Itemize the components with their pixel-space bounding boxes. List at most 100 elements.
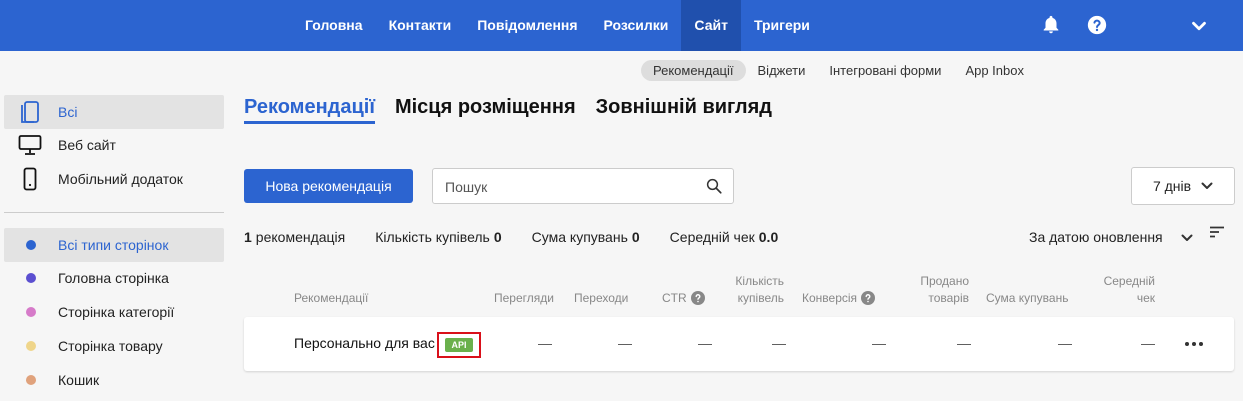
nav-item-messages[interactable]: Повідомлення bbox=[464, 0, 590, 51]
page-type-color-dot bbox=[26, 240, 36, 250]
sidebar-item-category-page[interactable]: Сторінка категорії bbox=[4, 295, 224, 329]
nav-item-campaigns[interactable]: Розсилки bbox=[591, 0, 682, 51]
sidebar-item-label: Всі типи сторінок bbox=[58, 237, 169, 253]
sub-navigation: Рекомендації Віджети Інтегровані форми A… bbox=[641, 60, 1036, 81]
all-devices-icon bbox=[21, 101, 39, 123]
cell-conversion: — bbox=[872, 335, 886, 351]
column-header-sold-line2: товарів bbox=[928, 291, 969, 305]
recommendation-name[interactable]: Персонально для вас bbox=[294, 335, 435, 351]
tab-appearance[interactable]: Зовнішній вигляд bbox=[596, 96, 772, 124]
stat-count-label: рекомендація bbox=[255, 229, 346, 245]
cell-average-check: — bbox=[1141, 335, 1155, 351]
page-type-color-dot bbox=[26, 375, 36, 385]
help-circle-icon[interactable] bbox=[1086, 14, 1108, 36]
top-navigation-bar: Головна Контакти Повідомлення Розсилки С… bbox=[0, 0, 1243, 51]
column-header-conversion-label: Конверсія bbox=[802, 291, 858, 305]
subnav-integrated-forms[interactable]: Інтегровані форми bbox=[817, 60, 953, 81]
more-actions-icon[interactable] bbox=[1184, 337, 1204, 351]
column-header-clicks[interactable]: Переходи bbox=[574, 290, 628, 307]
column-header-sold-line1: Продано bbox=[920, 274, 969, 288]
column-header-purchases-line2: купівель bbox=[737, 291, 784, 305]
column-header-sold-items[interactable]: Продано товарів bbox=[916, 273, 969, 307]
column-header-views[interactable]: Перегляди bbox=[494, 290, 554, 307]
api-badge-highlight: API bbox=[437, 332, 481, 358]
chevron-down-icon[interactable] bbox=[1181, 234, 1193, 242]
stat-sum-label: Сума купувань bbox=[531, 229, 628, 245]
cell-clicks: — bbox=[618, 335, 632, 351]
search-input[interactable] bbox=[445, 177, 695, 197]
nav-item-contacts[interactable]: Контакти bbox=[376, 0, 465, 51]
subnav-recommendations[interactable]: Рекомендації bbox=[641, 60, 746, 81]
page-type-color-dot bbox=[26, 307, 36, 317]
stat-average-check: Середній чек 0.0 bbox=[670, 229, 779, 245]
cell-ctr: — bbox=[698, 335, 712, 351]
new-recommendation-button[interactable]: Нова рекомендація bbox=[244, 169, 413, 203]
stat-purchases-value: 0 bbox=[493, 229, 502, 245]
stat-count: 1 рекомендація bbox=[244, 229, 345, 245]
help-circle-icon[interactable] bbox=[861, 291, 876, 305]
column-header-purchases[interactable]: Кількість купівель bbox=[732, 273, 784, 307]
stat-purchases: Кількість купівель 0 bbox=[375, 229, 501, 245]
column-header-average-line1: Середній bbox=[1103, 274, 1155, 288]
stat-sum-value: 0 bbox=[631, 229, 640, 245]
sidebar-item-label: Кошик bbox=[58, 372, 100, 388]
sidebar-item-label: Мобільний додаток bbox=[58, 171, 183, 187]
sidebar-item-label: Всі bbox=[58, 104, 78, 120]
table-row[interactable]: Персонально для вас API — — — — — — — — bbox=[244, 317, 1234, 371]
sidebar-divider bbox=[4, 212, 224, 213]
cell-purchases: — bbox=[772, 335, 786, 351]
chevron-down-icon[interactable] bbox=[1188, 15, 1210, 37]
nav-item-site[interactable]: Сайт bbox=[681, 0, 741, 51]
sort-lines-icon[interactable] bbox=[1210, 226, 1224, 238]
sidebar-item-label: Сторінка товару bbox=[58, 338, 163, 354]
api-badge: API bbox=[445, 338, 473, 352]
stat-average-check-label: Середній чек bbox=[669, 229, 755, 245]
sidebar-item-product-page[interactable]: Сторінка товару bbox=[4, 329, 224, 363]
chevron-down-icon bbox=[1201, 182, 1213, 189]
cell-views: — bbox=[538, 335, 552, 351]
sidebar-item-label: Головна сторінка bbox=[58, 270, 169, 286]
cell-sum: — bbox=[1058, 335, 1072, 351]
column-header-sum[interactable]: Сума купувань bbox=[986, 290, 1068, 307]
stat-purchases-label: Кількість купівель bbox=[375, 229, 490, 245]
main-nav: Головна Контакти Повідомлення Розсилки С… bbox=[292, 0, 823, 51]
sidebar-item-website[interactable]: Веб сайт bbox=[4, 128, 224, 162]
sidebar-item-label: Сторінка категорії bbox=[58, 304, 175, 320]
stat-average-check-value: 0.0 bbox=[758, 229, 779, 245]
sidebar-item-cart[interactable]: Кошик bbox=[4, 363, 224, 397]
sidebar-item-all[interactable]: Всі bbox=[4, 95, 224, 129]
column-header-purchases-line1: Кількість bbox=[735, 274, 784, 288]
page-type-color-dot bbox=[26, 341, 36, 351]
summary-stats: 1 рекомендація Кількість купівель 0 Сума к… bbox=[244, 229, 808, 245]
column-header-average-line2: чек bbox=[1136, 291, 1155, 305]
main-tabs: Рекомендації Місця розміщення Зовнішній … bbox=[244, 96, 792, 124]
search-box bbox=[432, 168, 734, 204]
sidebar-item-home-page[interactable]: Головна сторінка bbox=[4, 261, 224, 295]
help-circle-icon[interactable] bbox=[690, 291, 705, 305]
sidebar-item-label: Веб сайт bbox=[58, 137, 116, 153]
nav-item-triggers[interactable]: Тригери bbox=[741, 0, 823, 51]
subnav-app-inbox[interactable]: App Inbox bbox=[953, 60, 1036, 81]
cell-sold-items: — bbox=[957, 335, 971, 351]
bell-icon[interactable] bbox=[1040, 14, 1062, 36]
sidebar-item-all-page-types[interactable]: Всі типи сторінок bbox=[4, 228, 224, 262]
tab-recommendations[interactable]: Рекомендації bbox=[244, 96, 375, 124]
period-value: 7 днів bbox=[1152, 178, 1192, 194]
column-header-ctr[interactable]: CTR bbox=[662, 290, 705, 307]
page-type-color-dot bbox=[26, 273, 36, 283]
column-header-name[interactable]: Рекомендації bbox=[294, 290, 368, 307]
column-header-ctr-label: CTR bbox=[662, 291, 687, 305]
subnav-widgets[interactable]: Віджети bbox=[746, 60, 818, 81]
column-header-average-check[interactable]: Середній чек bbox=[1099, 273, 1155, 307]
nav-item-home[interactable]: Головна bbox=[292, 0, 376, 51]
stat-sum: Сума купувань 0 bbox=[532, 229, 640, 245]
desktop-icon bbox=[18, 135, 42, 155]
sidebar-item-mobile-app[interactable]: Мобільний додаток bbox=[4, 162, 224, 196]
period-select[interactable]: 7 днів bbox=[1131, 167, 1235, 205]
stat-count-value: 1 bbox=[244, 229, 252, 245]
search-icon[interactable] bbox=[705, 177, 723, 195]
mobile-icon bbox=[23, 167, 37, 191]
column-header-conversion[interactable]: Конверсія bbox=[802, 290, 876, 307]
tab-placements[interactable]: Місця розміщення bbox=[395, 96, 576, 124]
sort-select[interactable]: За датою оновлення bbox=[1029, 229, 1163, 245]
